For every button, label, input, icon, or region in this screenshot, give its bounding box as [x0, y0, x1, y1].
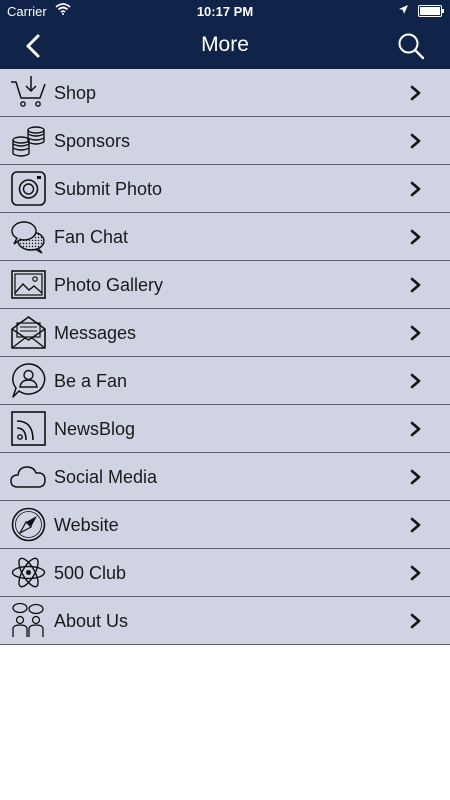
- chevron-right-icon: [410, 133, 421, 149]
- menu-item-label: 500 Club: [54, 563, 127, 583]
- chat-bubbles-icon: [11, 221, 45, 254]
- cloud-icon: [10, 466, 46, 488]
- menu-item-label: About Us: [54, 611, 129, 631]
- top-bar: Carrier 10:17 PM More: [0, 0, 450, 69]
- menu-item-label: Submit Photo: [54, 179, 163, 199]
- shopping-cart-icon: [11, 76, 46, 107]
- menu-item-website[interactable]: Website: [0, 501, 450, 549]
- menu-item-social-media[interactable]: Social Media: [0, 453, 450, 501]
- menu-item-label: Sponsors: [54, 131, 131, 151]
- group-chat-icon: [12, 602, 44, 637]
- chevron-right-icon: [410, 469, 421, 485]
- menu-item-sponsors[interactable]: Sponsors: [0, 117, 450, 165]
- menu-item-submit-photo[interactable]: Submit Photo: [0, 165, 450, 213]
- rss-icon: [11, 411, 46, 446]
- chevron-right-icon: [410, 517, 421, 533]
- camera-icon: [11, 171, 46, 206]
- battery-icon: [418, 5, 444, 17]
- status-bar: Carrier 10:17 PM: [0, 0, 450, 22]
- user-bubble-icon: [12, 363, 46, 398]
- atom-icon: [11, 557, 46, 588]
- menu-item-label: Be a Fan: [54, 371, 128, 391]
- coin-stack-icon: [12, 126, 45, 157]
- chevron-right-icon: [410, 421, 421, 437]
- menu-item-label: Messages: [54, 323, 137, 343]
- menu-item-photo-gallery[interactable]: Photo Gallery: [0, 261, 450, 309]
- menu-item-label: Shop: [54, 83, 97, 103]
- menu-item-label: Website: [54, 515, 119, 535]
- search-button[interactable]: [396, 31, 426, 61]
- chevron-right-icon: [410, 85, 421, 101]
- menu-item-label: Social Media: [54, 467, 158, 487]
- chevron-right-icon: [410, 613, 421, 629]
- menu-item-about-us[interactable]: About Us: [0, 597, 450, 645]
- chevron-right-icon: [410, 229, 421, 245]
- picture-icon: [11, 270, 46, 299]
- chevron-right-icon: [410, 565, 421, 581]
- menu-item-500-club[interactable]: 500 Club: [0, 549, 450, 597]
- menu-item-shop[interactable]: Shop: [0, 69, 450, 117]
- menu-item-newsblog[interactable]: NewsBlog: [0, 405, 450, 453]
- location-arrow-icon: [399, 5, 408, 14]
- menu-item-label: Photo Gallery: [54, 275, 164, 295]
- menu-item-label: NewsBlog: [54, 419, 136, 439]
- status-time: 10:17 PM: [196, 4, 254, 19]
- chevron-right-icon: [410, 181, 421, 197]
- chevron-right-icon: [410, 277, 421, 293]
- envelope-icon: [11, 316, 46, 349]
- menu-item-fan-chat[interactable]: Fan Chat: [0, 213, 450, 261]
- nav-bar: More: [0, 22, 450, 69]
- menu-item-messages[interactable]: Messages: [0, 309, 450, 357]
- more-menu-list: Shop Sponsors Submit Photo Fan Chat Phot…: [0, 69, 450, 645]
- chevron-right-icon: [410, 325, 421, 341]
- page-title: More: [201, 33, 249, 56]
- chevron-right-icon: [410, 373, 421, 389]
- menu-item-label: Fan Chat: [54, 227, 129, 247]
- menu-item-be-a-fan[interactable]: Be a Fan: [0, 357, 450, 405]
- compass-icon: [11, 507, 46, 542]
